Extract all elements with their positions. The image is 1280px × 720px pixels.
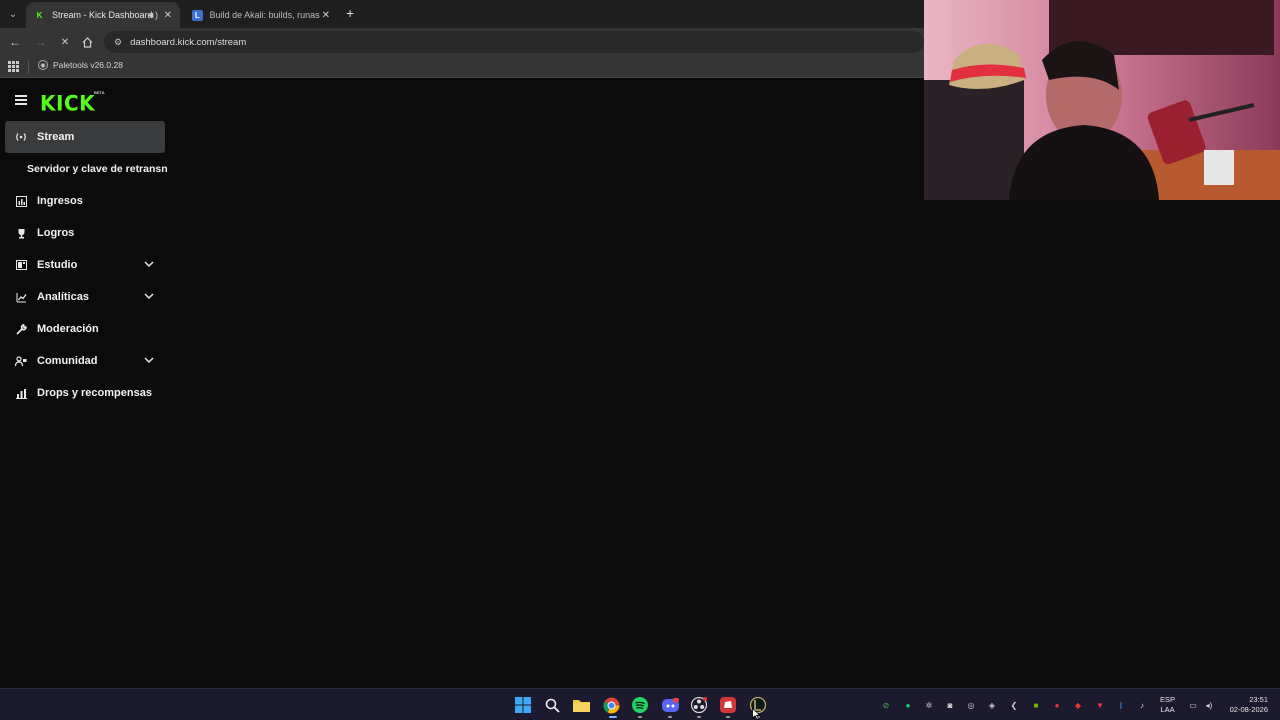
tray-app-icon[interactable]: ❮: [1008, 699, 1020, 711]
beta-badge: BETA: [94, 90, 105, 95]
tray-nvidia-icon[interactable]: ■: [1030, 699, 1042, 711]
clock-time: 23:51: [1249, 695, 1268, 704]
sidebar-item-label: Logros: [37, 227, 75, 239]
tab-title: Stream - Kick Dashboard: [52, 10, 153, 20]
speaker-icon[interactable]: ◄): [146, 10, 158, 20]
keyboard-layout: LAA: [1160, 705, 1175, 714]
discord-icon[interactable]: [661, 696, 679, 714]
close-tab-icon[interactable]: ✕: [322, 10, 330, 21]
back-arrow-icon[interactable]: ←: [7, 34, 23, 50]
tab-search-chevron-icon[interactable]: ⌄: [4, 5, 22, 23]
kick-logo[interactable]: KICK: [40, 90, 95, 115]
riot-client-icon[interactable]: [719, 696, 737, 714]
tab-kick-dashboard[interactable]: K Stream - Kick Dashboard ◄) ✕: [26, 2, 180, 28]
windows-taskbar: ⊘ ● ✲ ◙ ◎ ◈ ❮ ■ ● ◆ ▼ ᛒ ♪ ESP LAA ▭ ◂) 2…: [0, 688, 1280, 720]
chrome-active-indicator: [609, 716, 617, 718]
tray-shield-icon[interactable]: ▼: [1094, 699, 1106, 711]
bookmark-label: Paletools v26.0.28: [53, 60, 123, 70]
chrome-icon[interactable]: [602, 696, 620, 714]
chevron-down-icon[interactable]: [144, 259, 154, 269]
trophy-icon: [15, 227, 27, 239]
tray-steam-icon[interactable]: ◈: [986, 699, 998, 711]
spotify-icon[interactable]: [631, 696, 649, 714]
sidebar-item-label: Ingresos: [37, 195, 83, 207]
studio-icon: [15, 259, 27, 271]
sidebar-item-comunidad[interactable]: Comunidad: [5, 345, 171, 377]
sidebar-item-logros[interactable]: Logros: [5, 217, 171, 249]
sidebar-item-label: Analíticas: [37, 291, 89, 303]
broadcast-icon: [15, 131, 27, 143]
webcam-overlay: [924, 0, 1280, 200]
new-tab-plus-icon[interactable]: +: [346, 5, 354, 21]
stop-loading-icon[interactable]: ✕: [57, 34, 73, 50]
globe-icon: ◉: [38, 60, 48, 70]
sidebar-item-label: Servidor y clave de retransn: [27, 163, 168, 175]
tab-title: Build de Akali: builds, runas e o: [209, 10, 322, 20]
tray-riot-icon[interactable]: ●: [1051, 699, 1063, 711]
clock-date: 02-08-2026: [1229, 705, 1268, 714]
language-indicator[interactable]: ESP LAA: [1160, 695, 1175, 715]
tray-spotify-icon[interactable]: ●: [902, 699, 914, 711]
sidebar-item-moderacion[interactable]: Moderación: [5, 313, 171, 345]
tray-obs-icon[interactable]: ◎: [965, 699, 977, 711]
kick-favicon-icon: K: [36, 10, 43, 20]
language-code: ESP: [1160, 695, 1176, 704]
sidebar-item-stream[interactable]: Stream: [5, 121, 165, 153]
sidebar-item-label: Estudio: [37, 259, 78, 271]
close-tab-icon[interactable]: ✕: [164, 10, 172, 21]
windows-start-icon[interactable]: [514, 696, 532, 714]
sidebar-item-label: Comunidad: [37, 355, 98, 367]
tray-bluetooth-icon[interactable]: ᛒ: [1115, 699, 1127, 711]
url-text: dashboard.kick.com/stream: [130, 36, 247, 48]
sidebar-item-drops[interactable]: Drops y recompensas: [5, 377, 171, 409]
spotify-running-indicator: [638, 716, 642, 718]
volume-icon[interactable]: ◂): [1203, 699, 1215, 711]
bookmarks-separator: [28, 60, 29, 74]
sidebar-item-server-key[interactable]: Servidor y clave de retransn: [5, 153, 171, 185]
tray-xbox-icon[interactable]: ⊘: [880, 699, 892, 711]
apps-grid-icon[interactable]: [8, 61, 19, 72]
sidebar-item-analiticas[interactable]: Analíticas: [5, 281, 171, 313]
sidebar-nav: Stream Servidor y clave de retransn Ingr…: [5, 121, 171, 409]
tray-gear-icon[interactable]: ✲: [923, 699, 935, 711]
leagueofgraphs-favicon-icon: L: [192, 9, 203, 21]
network-icon[interactable]: ▭: [1187, 699, 1199, 711]
chevron-down-icon[interactable]: [144, 291, 154, 301]
bookmark-paletools[interactable]: ◉ Paletools v26.0.28: [38, 60, 123, 70]
tray-red-app-icon[interactable]: ◆: [1072, 699, 1084, 711]
mouse-cursor-icon: [752, 708, 762, 720]
sidebar-item-label: Drops y recompensas: [37, 387, 152, 399]
community-icon: [15, 355, 27, 367]
sidebar-item-label: Moderación: [37, 323, 99, 335]
riot-running-indicator: [726, 716, 730, 718]
webcam-feed-image: [924, 0, 1280, 200]
address-bar[interactable]: ⚙ dashboard.kick.com/stream: [104, 31, 924, 53]
discord-running-indicator: [668, 716, 672, 718]
search-icon[interactable]: [543, 696, 561, 714]
site-info-icon[interactable]: ⚙: [114, 37, 122, 48]
obs-running-indicator: [697, 716, 701, 718]
analytics-icon: [15, 291, 27, 303]
sidebar-item-estudio[interactable]: Estudio: [5, 249, 171, 281]
home-icon[interactable]: [79, 34, 95, 50]
tray-discord-icon[interactable]: ◙: [944, 699, 956, 711]
drops-icon: [15, 387, 27, 399]
obs-icon[interactable]: [690, 696, 708, 714]
tab-akali-build[interactable]: L Build de Akali: builds, runas e o ✕: [184, 2, 338, 28]
chevron-down-icon[interactable]: [144, 355, 154, 365]
sidebar-item-label: Stream: [37, 131, 75, 143]
wrench-icon: [15, 323, 27, 335]
hamburger-menu-icon[interactable]: [15, 95, 27, 105]
tray-microphone-icon[interactable]: ♪: [1136, 699, 1148, 711]
sidebar-item-ingresos[interactable]: Ingresos: [5, 185, 171, 217]
system-clock[interactable]: 23:51 02-08-2026: [1224, 695, 1268, 715]
chart-icon: [15, 195, 27, 207]
file-explorer-icon[interactable]: [572, 696, 590, 714]
forward-arrow-icon[interactable]: →: [33, 34, 49, 50]
